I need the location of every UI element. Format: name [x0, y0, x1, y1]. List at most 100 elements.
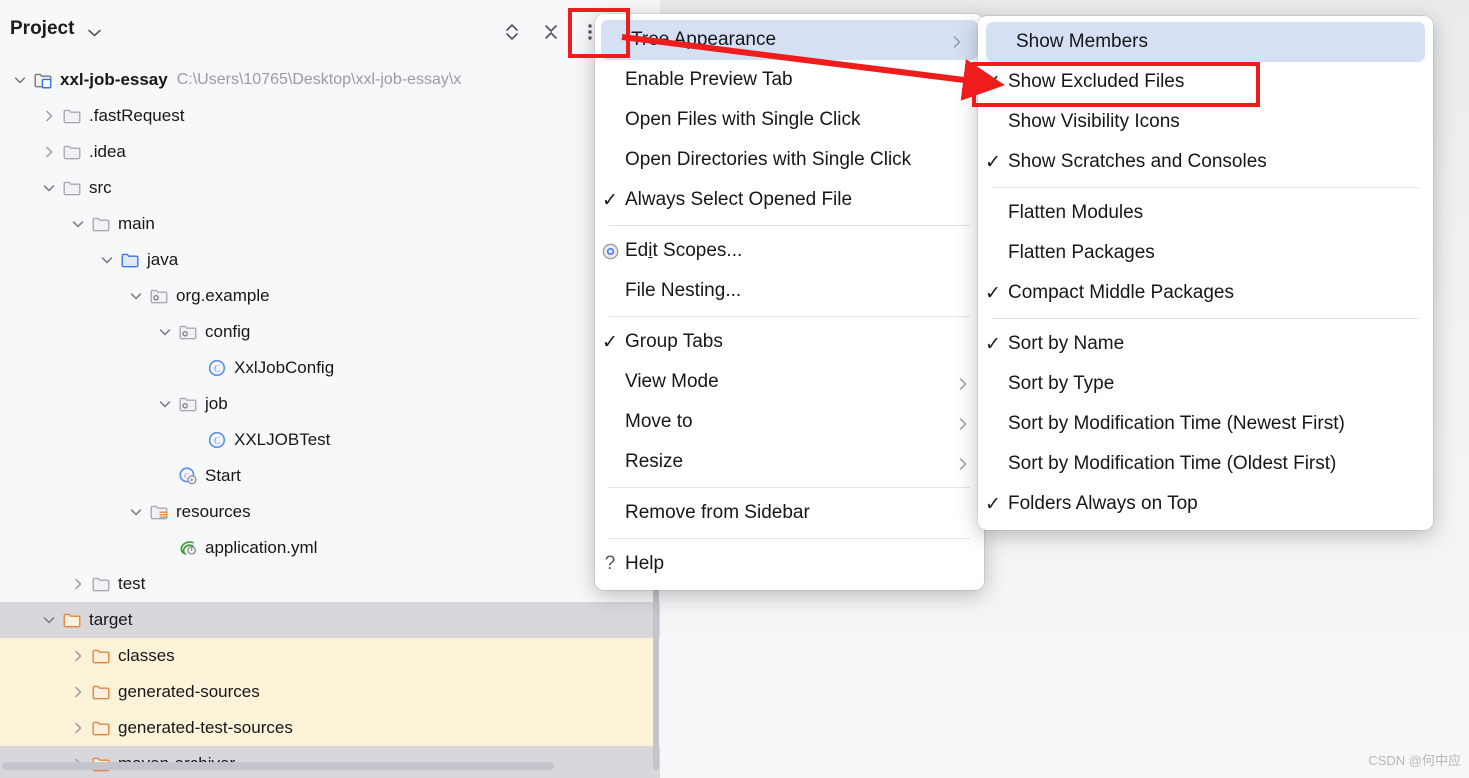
submenu-item-compact-middle-packages[interactable]: ✓ Compact Middle Packages [978, 273, 1433, 313]
tree-row[interactable]: .fastRequest [0, 98, 660, 134]
tree-row[interactable]: java [0, 242, 660, 278]
menu-item-open-directories-with-single-click[interactable]: Open Directories with Single Click [595, 140, 984, 180]
chevron-right-icon[interactable] [70, 576, 86, 592]
checkmark-icon: ✓ [602, 189, 618, 211]
tree-row[interactable]: config [0, 314, 660, 350]
chevron-down-icon[interactable] [12, 72, 28, 88]
excluded-folder-icon [91, 718, 111, 738]
submenu-item-sort-by-modification-time-oldest-first[interactable]: Sort by Modification Time (Oldest First) [978, 444, 1433, 484]
menu-item-label: Flatten Modules [1008, 202, 1144, 223]
menu-separator [992, 187, 1419, 188]
menu-item-label: File Nesting... [625, 280, 742, 301]
project-file-tree[interactable]: xxl-job-essay C:\Users\10765\Desktop\xxl-… [0, 62, 660, 778]
tree-row[interactable]: generated-test-sources [0, 710, 660, 746]
chevron-down-icon[interactable] [128, 288, 144, 304]
menu-item-enable-preview-tab[interactable]: Enable Preview Tab [595, 60, 984, 100]
chevron-down-icon[interactable] [88, 24, 101, 37]
tree-row[interactable]: src [0, 170, 660, 206]
menu-separator [609, 225, 970, 226]
chevron-down-icon[interactable] [70, 216, 86, 232]
java-class-icon: C [207, 358, 227, 378]
menu-separator [609, 538, 970, 539]
package-icon [178, 394, 198, 414]
submenu-item-sort-by-type[interactable]: Sort by Type [978, 364, 1433, 404]
tree-row-label: generated-test-sources [118, 718, 293, 737]
menu-item-label: Help [625, 553, 665, 574]
tree-row[interactable]: xxl-job-essay C:\Users\10765\Desktop\xxl-… [0, 62, 660, 98]
menu-item-view-mode[interactable]: View Mode [595, 362, 984, 402]
project-panel-header: Project [0, 0, 660, 60]
menu-item-label: Tree Appearance [631, 29, 777, 50]
svg-text:C: C [214, 364, 220, 374]
tree-row[interactable]: generated-sources [0, 674, 660, 710]
submenu-item-show-visibility-icons[interactable]: Show Visibility Icons [978, 102, 1433, 142]
submenu-item-show-members[interactable]: Show Members [986, 22, 1425, 62]
folder-icon [62, 106, 82, 126]
menu-item-file-nesting[interactable]: File Nesting... [595, 271, 984, 311]
tree-row[interactable]: target [0, 602, 660, 638]
tree-horizontal-scrollbar[interactable] [2, 762, 554, 770]
project-module-icon [33, 70, 53, 90]
chevron-down-icon[interactable] [157, 324, 173, 340]
menu-item-label: Enable Preview Tab [625, 69, 793, 90]
chevron-right-icon[interactable] [70, 684, 86, 700]
menu-item-always-select-opened-file[interactable]: ✓ Always Select Opened File [595, 180, 984, 220]
tree-row[interactable]: resources [0, 494, 660, 530]
tree-vertical-scrollbar[interactable] [653, 560, 659, 770]
submenu-item-sort-by-modification-time-newest-first[interactable]: Sort by Modification Time (Newest First) [978, 404, 1433, 444]
menu-item-remove-from-sidebar[interactable]: Remove from Sidebar [595, 493, 984, 533]
tree-row[interactable]: job [0, 386, 660, 422]
menu-item-label: Sort by Type [1008, 373, 1115, 394]
chevron-down-icon[interactable] [99, 252, 115, 268]
menu-item-tree-appearance[interactable]: Tree Appearance [601, 20, 978, 60]
chevron-right-icon[interactable] [41, 144, 57, 160]
tree-row[interactable]: C XXLJOBTest [0, 422, 660, 458]
collapse-all-icon[interactable] [539, 20, 563, 44]
tree-row[interactable]: C XxlJobConfig [0, 350, 660, 386]
chevron-down-icon[interactable] [41, 180, 57, 196]
tree-row-label: test [118, 574, 146, 593]
tree-row[interactable]: C Start [0, 458, 660, 494]
checkmark-icon: ✓ [985, 493, 1001, 515]
tree-row[interactable]: .idea [0, 134, 660, 170]
chevron-down-icon[interactable] [128, 504, 144, 520]
menu-separator [992, 318, 1419, 319]
menu-item-label: Edit Scopes... [625, 240, 743, 261]
project-options-menu[interactable]: Tree Appearance Enable Preview Tab Open Fi… [595, 14, 984, 590]
tree-row[interactable]: classes [0, 638, 660, 674]
tree-appearance-submenu[interactable]: Show Members ✓ Show Excluded Files Show Vis… [978, 16, 1433, 530]
tree-row[interactable]: application.yml [0, 530, 660, 566]
chevron-down-icon[interactable] [41, 612, 57, 628]
tree-row[interactable]: org.example [0, 278, 660, 314]
menu-item-label: Show Scratches and Consoles [1008, 151, 1267, 172]
menu-item-open-files-with-single-click[interactable]: Open Files with Single Click [595, 100, 984, 140]
menu-item-move-to[interactable]: Move to [595, 402, 984, 442]
menu-item-help[interactable]: ? Help [595, 544, 984, 584]
submenu-item-flatten-packages[interactable]: Flatten Packages [978, 233, 1433, 273]
chevron-right-icon[interactable] [70, 648, 86, 664]
checkmark-icon: ✓ [602, 331, 618, 353]
source-root-folder-icon [120, 250, 140, 270]
expand-collapse-icon[interactable] [500, 20, 524, 44]
tree-row[interactable]: main [0, 206, 660, 242]
tree-row[interactable]: test [0, 566, 660, 602]
menu-item-resize[interactable]: Resize [595, 442, 984, 482]
folder-icon [91, 214, 111, 234]
menu-item-group-tabs[interactable]: ✓ Group Tabs [595, 322, 984, 362]
chevron-right-icon[interactable] [41, 108, 57, 124]
chevron-right-icon[interactable] [70, 720, 86, 736]
tree-row-label: xxl-job-essay [60, 70, 168, 89]
chevron-down-icon[interactable] [157, 396, 173, 412]
menu-item-label: Show Excluded Files [1008, 71, 1185, 92]
excluded-folder-icon [62, 610, 82, 630]
submenu-item-show-excluded-files[interactable]: ✓ Show Excluded Files [978, 62, 1433, 102]
folder-icon [91, 574, 111, 594]
tree-row-label: XxlJobConfig [234, 358, 335, 377]
submenu-item-folders-always-on-top[interactable]: ✓ Folders Always on Top [978, 484, 1433, 524]
submenu-item-show-scratches-and-consoles[interactable]: ✓ Show Scratches and Consoles [978, 142, 1433, 182]
menu-item-label: Show Visibility Icons [1008, 111, 1180, 132]
submenu-item-sort-by-name[interactable]: ✓ Sort by Name [978, 324, 1433, 364]
submenu-item-flatten-modules[interactable]: Flatten Modules [978, 193, 1433, 233]
menu-item-edit-scopes[interactable]: Edit Scopes... [595, 231, 984, 271]
